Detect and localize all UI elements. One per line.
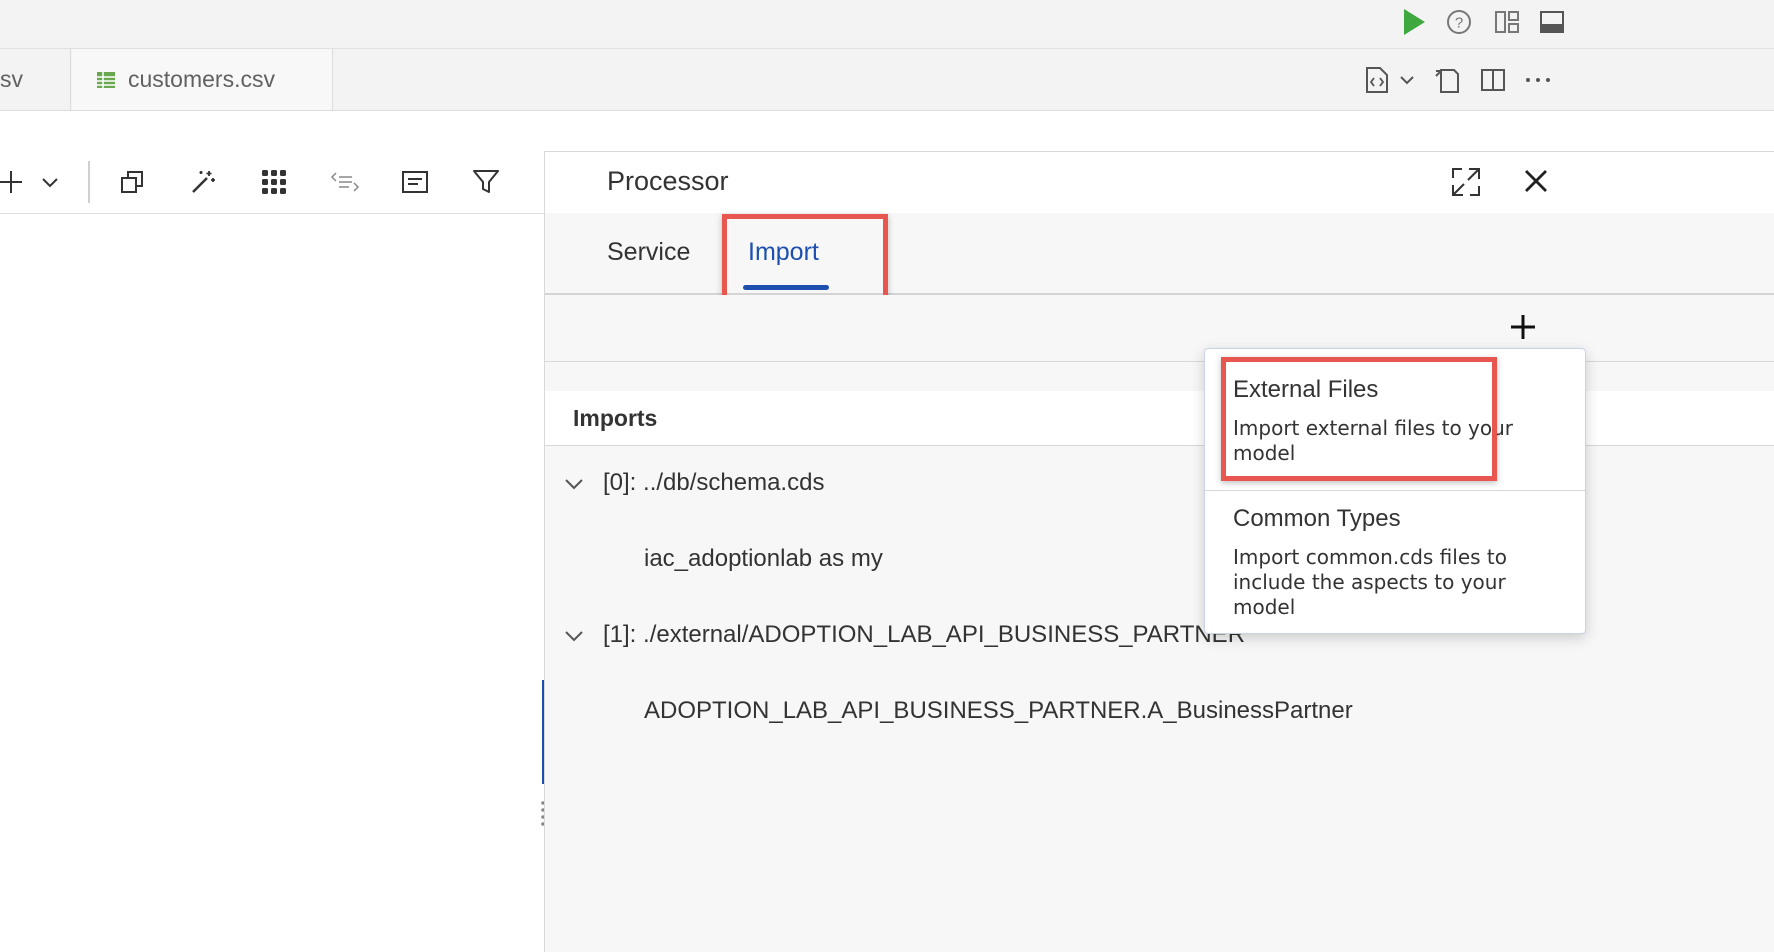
tab-customers-label: customers.csv xyxy=(128,66,275,92)
import-item-child[interactable]: iac_adoptionlab as my xyxy=(644,545,883,573)
import-item-child[interactable]: ADOPTION_LAB_API_BUSINESS_PARTNER.A_Busi… xyxy=(644,697,1353,725)
canvas-toolbar xyxy=(0,151,544,214)
chevron-down-icon[interactable] xyxy=(32,164,68,200)
close-icon[interactable] xyxy=(1523,168,1549,194)
import-item-label[interactable]: [1]: ./external/ADOPTION_LAB_API_BUSINES… xyxy=(603,621,1245,649)
processor-title: Processor xyxy=(607,166,729,196)
tab-service[interactable]: Service xyxy=(607,238,690,267)
menu-item-description: Import common.cds files to include the a… xyxy=(1233,545,1507,619)
svg-text:?: ? xyxy=(1455,15,1463,32)
note-icon[interactable] xyxy=(397,164,433,200)
add-icon[interactable] xyxy=(0,164,29,200)
tab-previous-label: sv xyxy=(0,66,23,92)
more-icon[interactable] xyxy=(1520,62,1556,98)
split-editor-icon[interactable] xyxy=(1475,62,1511,98)
processor-panel: Processor Service Import Imports [0]: ..… xyxy=(544,151,1774,952)
open-file-icon[interactable] xyxy=(1429,62,1465,98)
tab-customers-csv[interactable]: customers.csv xyxy=(72,49,333,110)
chevron-down-icon[interactable] xyxy=(563,473,585,495)
filter-icon[interactable] xyxy=(468,164,504,200)
play-icon[interactable] xyxy=(1396,4,1432,40)
layout-icon[interactable] xyxy=(1489,4,1525,40)
imports-heading: Imports xyxy=(573,405,658,431)
toolbar-divider xyxy=(88,161,90,203)
panel-icon[interactable] xyxy=(1534,4,1570,40)
add-import-icon[interactable] xyxy=(1509,313,1537,341)
imports-add-bar xyxy=(545,295,1774,362)
maximize-icon[interactable] xyxy=(1450,166,1482,198)
external-files-highlight xyxy=(1221,357,1497,481)
grid-icon[interactable] xyxy=(256,164,292,200)
imports-section-header: Imports xyxy=(545,391,1774,446)
menu-item-common-types[interactable]: Common Types Import common.cds files to … xyxy=(1205,491,1585,633)
title-bar: ? xyxy=(0,0,1774,49)
help-icon[interactable]: ? xyxy=(1441,4,1477,40)
import-tab-highlight xyxy=(722,214,888,308)
chevron-down-icon[interactable] xyxy=(563,625,585,647)
copy-icon[interactable] xyxy=(114,164,150,200)
magic-wand-icon[interactable] xyxy=(185,164,221,200)
chevron-down-icon[interactable] xyxy=(1389,62,1425,98)
menu-item-title: Common Types xyxy=(1233,505,1401,532)
tab-previous[interactable]: sv xyxy=(0,49,71,110)
text-wrap-icon[interactable] xyxy=(327,164,363,200)
import-item-label[interactable]: [0]: ../db/schema.cds xyxy=(603,469,824,497)
processor-header: Processor xyxy=(545,151,1774,214)
csv-file-icon xyxy=(96,70,116,90)
